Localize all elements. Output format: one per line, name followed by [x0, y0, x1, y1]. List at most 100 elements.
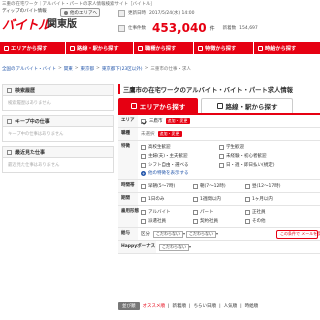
keep-empty: キープ中の仕事はありません: [8, 132, 64, 137]
globe-icon: [64, 10, 68, 15]
chevron-down-icon: [189, 246, 191, 248]
bonus-select[interactable]: こだわらない: [159, 243, 191, 251]
nav-feature-label: 特徴から探す: [205, 45, 237, 52]
sort-option-popular[interactable]: 人気順: [224, 303, 238, 309]
feature-checkbox[interactable]: [219, 162, 224, 168]
breadcrumb-link[interactable]: 東京都: [81, 66, 95, 72]
nav-job-label: 職種から探す: [145, 45, 177, 52]
tab-line[interactable]: 路線・駅から探す: [201, 98, 293, 113]
feature-checkbox[interactable]: [141, 144, 146, 150]
job-icon: [138, 45, 143, 51]
search-history-title: 検索履歴: [15, 87, 36, 94]
nav-wage[interactable]: 時給から探す: [254, 42, 320, 54]
feature-checkbox[interactable]: [219, 144, 224, 150]
recent-empty: 最近見た仕事はありません: [8, 163, 60, 168]
feature-checkbox[interactable]: [141, 153, 146, 159]
breadcrumb-link[interactable]: 関東: [64, 66, 73, 72]
yen-icon: [258, 45, 263, 51]
pay-amount-select[interactable]: こだわらない: [186, 230, 218, 238]
period-option-label: 1日のみ: [148, 197, 165, 202]
sort-button[interactable]: 並び順: [118, 302, 140, 310]
briefcase-icon: [118, 24, 125, 32]
job-value: 未選択: [141, 132, 155, 137]
main-content: 三鷹市の在宅ワークのアルバイト・バイト・パート求人情報 エリアから探す 路線・駅…: [118, 84, 320, 254]
feature-checkbox[interactable]: [141, 162, 146, 168]
keep-header[interactable]: キープ中の仕事: [3, 116, 113, 127]
period-checkbox[interactable]: [245, 196, 250, 202]
features-row: 特徴 高校生歓迎 学生歓迎 主婦(夫)・主夫歓迎 未経験・初心者歓迎 シフト自由…: [118, 141, 320, 180]
plus-icon: +: [141, 170, 146, 176]
history-icon: [7, 149, 12, 155]
nav-line[interactable]: 路線・駅から探す: [66, 42, 134, 54]
job-row: 職種 未選択 追加・変更: [118, 128, 320, 141]
search-form: エリア 三鷹市 追加・変更 職種 未選択 追加・変更 特徴 高校生歓迎 学生歓迎…: [118, 115, 320, 254]
new-count: 154,697: [239, 25, 258, 31]
employment-checkbox[interactable]: [245, 209, 250, 215]
nav-wage-label: 時給から探す: [265, 45, 297, 52]
chevron-down-icon: [183, 233, 185, 235]
search-history-header[interactable]: 検索履歴: [3, 85, 113, 96]
sort-option-wage[interactable]: 時給順: [245, 303, 259, 309]
bonus-row: Happyボーナス こだわらない: [118, 241, 320, 254]
breadcrumb-current: 三重市の仕事・求人: [150, 67, 191, 72]
employment-checkbox[interactable]: [193, 218, 198, 224]
breadcrumb-sep: >: [57, 66, 62, 71]
features-label: 特徴: [118, 141, 138, 179]
time-checkbox[interactable]: [193, 183, 198, 189]
nav-feature[interactable]: 特徴から探す: [194, 42, 254, 54]
area-change-button[interactable]: 追加・変更: [165, 118, 190, 124]
jobs-label: 仕事件数: [128, 26, 146, 31]
job-change-button[interactable]: 追加・変更: [157, 131, 182, 137]
pay-label: 給与: [118, 228, 138, 240]
employment-option-label: パート: [200, 210, 214, 215]
period-row: 期間 1日のみ 1週間以内 1ヶ月以内: [118, 193, 320, 206]
save-condition-button[interactable]: この条件で メールを受け取る: [276, 230, 320, 239]
train-icon: [216, 103, 223, 109]
other-area-button[interactable]: 他のエリアへ: [60, 8, 100, 17]
period-option-label: 1ヶ月以内: [252, 197, 273, 202]
more-features-toggle[interactable]: + 他の特徴を表示する: [141, 169, 317, 177]
tab-area[interactable]: エリアから探す: [118, 98, 198, 113]
period-option-label: 1週間以内: [200, 197, 221, 202]
jobs-count: 453,040: [152, 21, 207, 35]
site-stats: 更新日時 2017/5/24(水) 14:00 仕事件数 453,040 件 新…: [118, 9, 318, 35]
feature-checkbox[interactable]: [219, 153, 224, 159]
employment-checkbox[interactable]: [193, 209, 198, 215]
region-label: 関東版: [47, 19, 77, 30]
feature-label: 高校生歓迎: [148, 145, 171, 150]
nav-area[interactable]: エリアから探す: [0, 42, 66, 54]
breadcrumb-sep: >: [144, 66, 149, 71]
pay-kind-select[interactable]: こだわらない: [153, 230, 185, 238]
recent-header[interactable]: 最近見た仕事: [3, 147, 113, 158]
breadcrumb-link[interactable]: 東京都下(23区以外): [102, 66, 143, 72]
breadcrumb-link[interactable]: 全国のアルバイト・バイト: [2, 66, 56, 72]
map-icon: [130, 102, 137, 109]
breadcrumb-sep: >: [96, 66, 100, 71]
tab-area-label: エリアから探す: [139, 102, 186, 111]
sort-option-new[interactable]: 新着順: [173, 303, 187, 309]
times-row: 時間帯 早朝(5〜7時) 朝(7〜12時) 昼(12〜17時): [118, 180, 320, 193]
time-checkbox[interactable]: [141, 183, 146, 189]
employment-checkbox[interactable]: [141, 209, 146, 215]
period-checkbox[interactable]: [141, 196, 146, 202]
employment-checkbox[interactable]: [245, 218, 250, 224]
more-features-label: 他の特徴を表示する: [148, 171, 189, 176]
sort-option-date[interactable]: ちらい日順: [194, 303, 217, 309]
period-checkbox[interactable]: [193, 196, 198, 202]
sort-option-recommended[interactable]: オススメ順: [143, 303, 166, 309]
pay-kind-label: 区分: [141, 232, 150, 237]
recent-title: 最近見た仕事: [15, 149, 46, 156]
area-checkbox[interactable]: [141, 118, 146, 124]
page-tagline: 三重の在宅ワーク｜アルバイト・パートの求人情報検索サイト［バイトル］: [2, 2, 155, 7]
nav-job[interactable]: 職種から探す: [134, 42, 194, 54]
employment-label: 雇用形態: [118, 206, 139, 227]
main-nav: エリアから探す 路線・駅から探す 職種から探す 特徴から探す 時給から探す: [0, 42, 320, 54]
feature-label: 未経験・初心者歓迎: [226, 154, 267, 159]
clock-icon: [118, 9, 125, 17]
time-label: 早朝(5〜7時): [148, 184, 176, 189]
star-icon: [198, 45, 203, 51]
employment-checkbox[interactable]: [141, 218, 146, 224]
sort-sep: |: [168, 303, 170, 309]
sidebar: 検索履歴 検索履歴はありません キープ中の仕事 キープ中の仕事はありません 最近…: [2, 84, 114, 177]
time-checkbox[interactable]: [245, 183, 250, 189]
